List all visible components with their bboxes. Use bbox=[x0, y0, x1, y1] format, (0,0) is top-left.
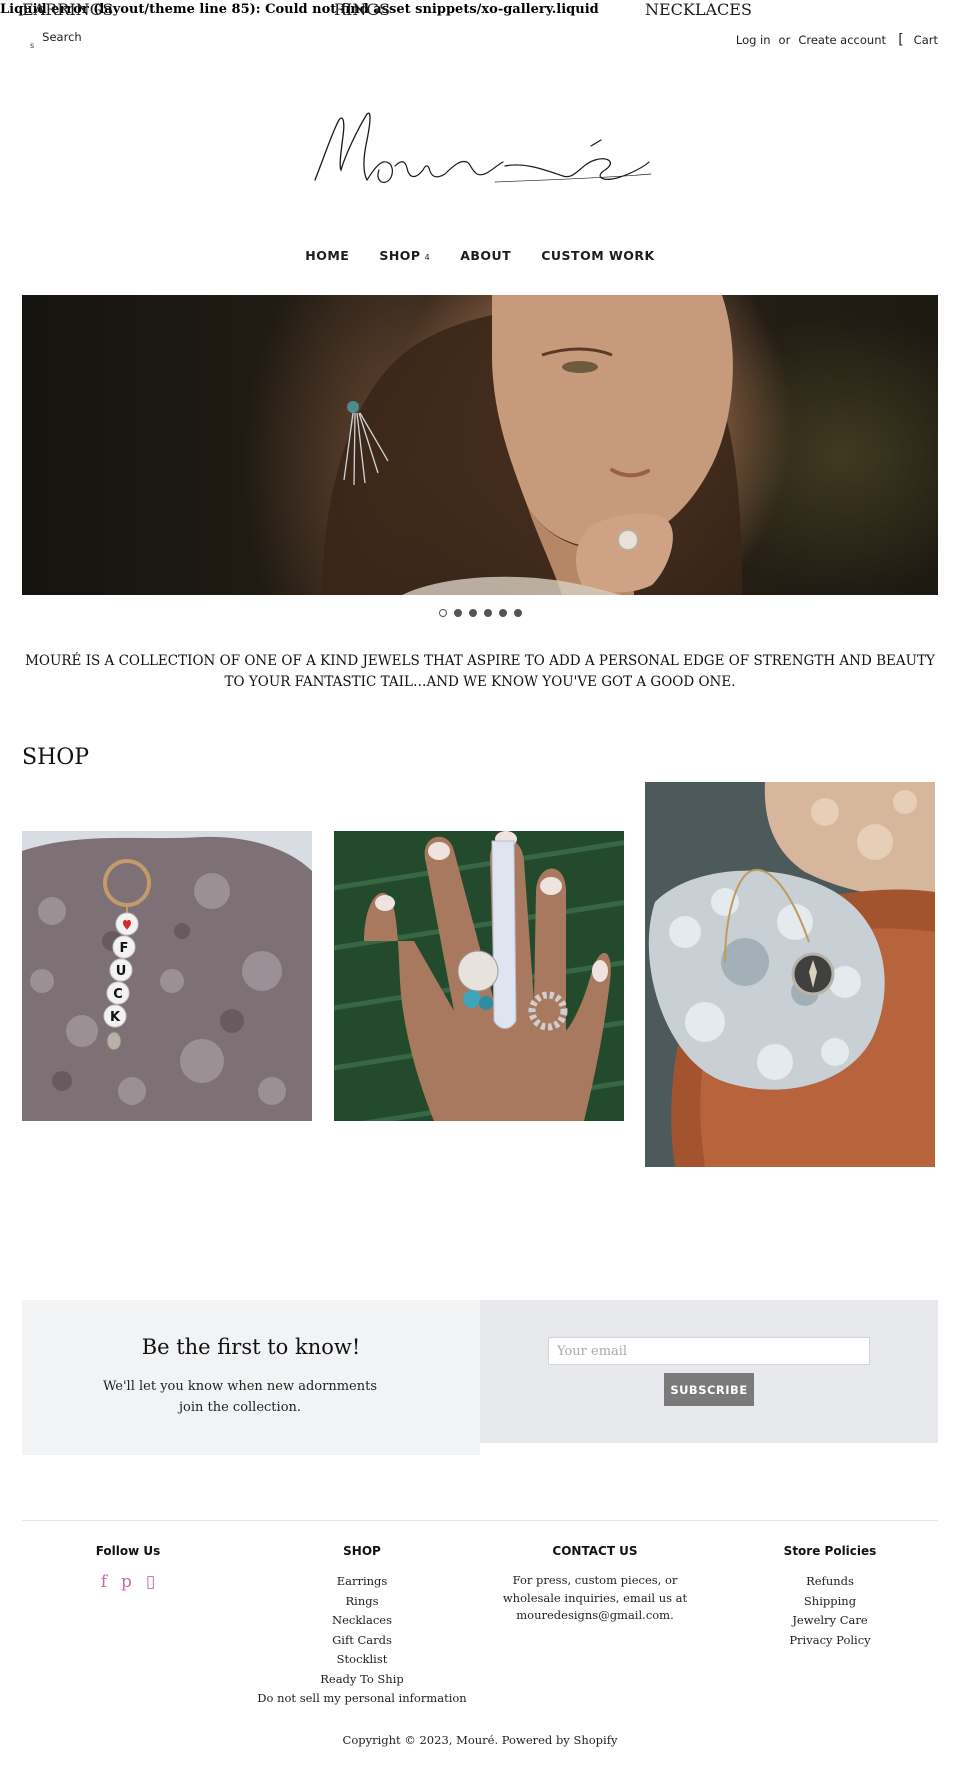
necklaces-label[interactable]: NECKLACES bbox=[645, 0, 752, 19]
footer-follow-column: Follow Us f p ▯ bbox=[58, 1544, 198, 1592]
slide-dot[interactable] bbox=[453, 609, 462, 617]
newsletter-form-panel bbox=[480, 1300, 938, 1443]
footer-link-gift-cards[interactable]: Gift Cards bbox=[242, 1631, 482, 1651]
slide-dot[interactable] bbox=[438, 609, 447, 617]
chevron-down-icon: 4 bbox=[424, 253, 431, 262]
top-bar: s Search Log in or Create account [ Cart bbox=[22, 28, 938, 50]
footer-policy-links: Refunds Shipping Jewelry Care Privacy Po… bbox=[760, 1572, 900, 1650]
subscribe-button[interactable]: SUBSCRIBE bbox=[664, 1373, 754, 1406]
copyright: Copyright © 2023, Mouré. Powered by Shop… bbox=[342, 1733, 618, 1747]
slideshow-dots bbox=[0, 609, 960, 617]
footer-link-refunds[interactable]: Refunds bbox=[760, 1572, 900, 1592]
social-links: f p ▯ bbox=[58, 1572, 198, 1592]
footer-link-rings[interactable]: Rings bbox=[242, 1592, 482, 1612]
pinterest-icon[interactable]: p bbox=[121, 1572, 132, 1592]
main-nav: HOME SHOP 4 ABOUT CUSTOM WORK bbox=[0, 248, 960, 263]
footer-link-ready-to-ship[interactable]: Ready To Ship bbox=[242, 1670, 482, 1690]
newsletter-title: Be the first to know! bbox=[141, 1335, 361, 1359]
footer-contact-title: CONTACT US bbox=[552, 1544, 638, 1558]
brand-tagline: MOURÉ IS A COLLECTION OF ONE OF A KIND J… bbox=[25, 653, 935, 690]
account-links: Log in or Create account bbox=[736, 33, 886, 47]
footer-link-stocklist[interactable]: Stocklist bbox=[242, 1650, 482, 1670]
facebook-icon[interactable]: f bbox=[101, 1572, 107, 1592]
necklaces-photo bbox=[645, 782, 935, 1167]
footer-link-shipping[interactable]: Shipping bbox=[760, 1592, 900, 1612]
nav-custom-work[interactable]: CUSTOM WORK bbox=[541, 248, 655, 263]
nav-home-label: HOME bbox=[305, 248, 350, 263]
bead-letter: U bbox=[116, 964, 127, 979]
earrings-image[interactable]: F U C K bbox=[22, 831, 312, 1121]
footer-shop-title: SHOP bbox=[343, 1544, 381, 1558]
footer-link-earrings[interactable]: Earrings bbox=[242, 1572, 482, 1592]
nav-home[interactable]: HOME bbox=[305, 248, 349, 263]
footer-link-necklaces[interactable]: Necklaces bbox=[242, 1611, 482, 1631]
rings-photo bbox=[334, 831, 624, 1121]
necklaces-image[interactable] bbox=[645, 782, 935, 1167]
bead-letter: C bbox=[113, 987, 123, 1002]
footer-shop-column: SHOP Earrings Rings Necklaces Gift Cards… bbox=[242, 1544, 482, 1709]
or-text: or bbox=[778, 33, 791, 47]
nav-shop-label: SHOP bbox=[379, 248, 421, 263]
create-account-link[interactable]: Create account bbox=[798, 33, 886, 47]
footer-link-do-not-sell[interactable]: Do not sell my personal information bbox=[242, 1689, 482, 1709]
bead-letter: F bbox=[120, 941, 129, 956]
slide-dot[interactable] bbox=[483, 609, 492, 617]
slide-dot[interactable] bbox=[513, 609, 522, 617]
product-card-earrings[interactable]: F U C K bbox=[22, 831, 312, 1121]
footer-divider bbox=[22, 1520, 938, 1521]
cart-link[interactable]: [ Cart bbox=[898, 33, 938, 47]
search-label: Search bbox=[42, 30, 82, 44]
footer-policies-title: Store Policies bbox=[783, 1544, 877, 1558]
rings-image[interactable] bbox=[334, 831, 624, 1121]
footer-link-jewelry-care[interactable]: Jewelry Care bbox=[760, 1611, 900, 1631]
email-field[interactable] bbox=[548, 1337, 870, 1365]
search-link[interactable]: s Search bbox=[30, 30, 82, 50]
moure-logo[interactable] bbox=[305, 100, 655, 200]
footer-follow-title: Follow Us bbox=[95, 1544, 161, 1558]
bead-letter: K bbox=[110, 1010, 121, 1025]
footer-shop-links: Earrings Rings Necklaces Gift Cards Stoc… bbox=[242, 1572, 482, 1709]
slide-dot[interactable] bbox=[468, 609, 477, 617]
footer-policies-column: Store Policies Refunds Shipping Jewelry … bbox=[760, 1544, 900, 1650]
product-card-necklaces[interactable] bbox=[645, 782, 935, 1167]
cart-icon: [ bbox=[898, 32, 904, 48]
login-link[interactable]: Log in bbox=[736, 33, 771, 47]
earrings-photo: F U C K bbox=[22, 831, 312, 1121]
nav-about-label: ABOUT bbox=[460, 248, 512, 263]
product-card-rings[interactable] bbox=[334, 831, 624, 1121]
slide-dot[interactable] bbox=[498, 609, 507, 617]
cart-label[interactable]: Cart bbox=[914, 33, 938, 47]
footer-link-privacy-policy[interactable]: Privacy Policy bbox=[760, 1631, 900, 1651]
nav-shop[interactable]: SHOP 4 bbox=[379, 248, 430, 263]
instagram-icon[interactable]: ▯ bbox=[146, 1572, 155, 1592]
footer-contact-text: For press, custom pieces, or wholesale i… bbox=[502, 1573, 688, 1622]
hero-image bbox=[322, 295, 742, 595]
nav-custom-work-label: CUSTOM WORK bbox=[541, 248, 655, 263]
rings-label[interactable]: RINGS bbox=[334, 0, 390, 19]
search-icon: s bbox=[30, 41, 35, 50]
footer-contact-column: CONTACT US For press, custom pieces, or … bbox=[490, 1544, 700, 1625]
newsletter-subtitle: We'll let you know when new adornments j… bbox=[102, 1379, 378, 1415]
earrings-label[interactable]: EARRINGS bbox=[22, 0, 113, 19]
shop-heading: SHOP bbox=[22, 745, 90, 770]
nav-about[interactable]: ABOUT bbox=[460, 248, 511, 263]
hero-slideshow[interactable] bbox=[22, 295, 938, 595]
